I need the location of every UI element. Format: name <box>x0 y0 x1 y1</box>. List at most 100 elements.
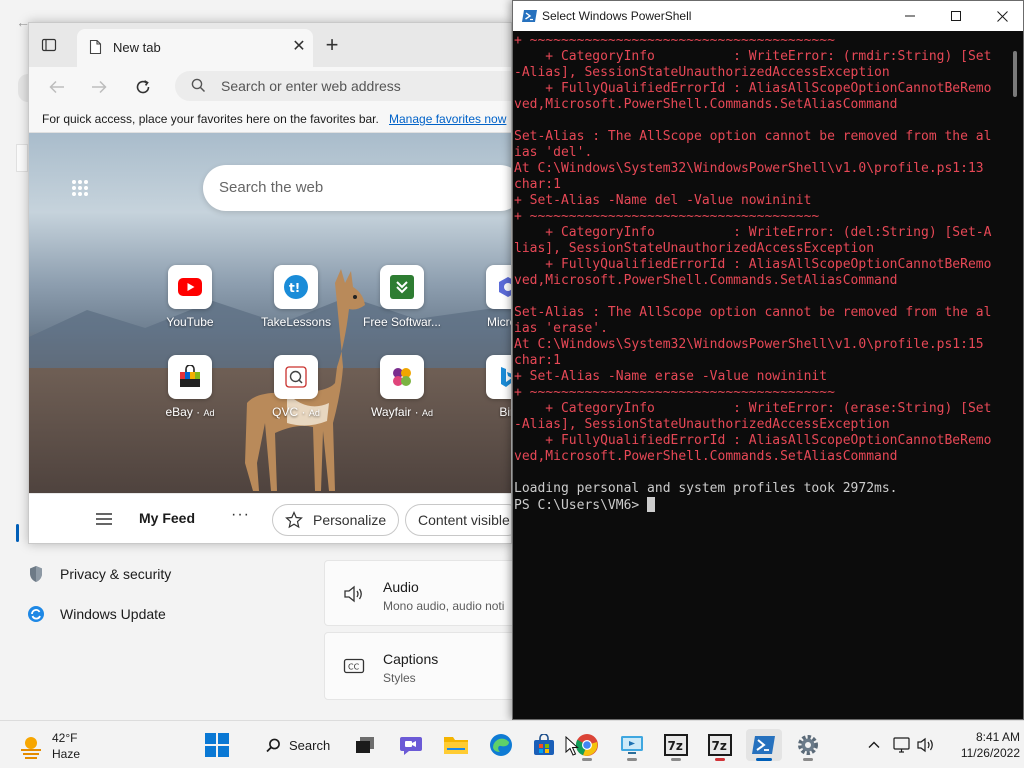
powershell-window: Select Windows PowerShell + ~~~~~~~~~~~~… <box>512 0 1024 720</box>
console-line: ias 'del'. <box>514 145 593 160</box>
search-icon <box>266 738 281 753</box>
text-cursor <box>647 497 656 512</box>
tile-label: Microso <box>486 315 511 329</box>
personalize-button[interactable]: Personalize <box>272 504 400 536</box>
card-title: Audio <box>383 579 419 595</box>
system-tray[interactable] <box>892 735 938 755</box>
console-line: ved,Microsoft.PowerShell.Commands.SetAli… <box>514 273 898 288</box>
remote-desktop-icon[interactable] <box>614 729 650 761</box>
settings-icon[interactable] <box>790 729 826 761</box>
console-prompt: PS C:\Users\VM6> <box>514 498 648 513</box>
minimize-button[interactable] <box>887 1 933 31</box>
nav-label: Windows Update <box>60 606 166 622</box>
address-bar[interactable]: Search or enter web address <box>175 71 511 101</box>
refresh-icon[interactable] <box>129 73 157 101</box>
powershell-console-output[interactable]: + ~~~~~~~~~~~~~~~~~~~~~~~~~~~~~~~~~~~~~~… <box>513 31 1007 719</box>
tile-label: Bin <box>499 405 511 419</box>
running-indicator <box>803 758 813 761</box>
quick-link-ebay[interactable]: eBay · Ad <box>145 355 235 435</box>
svg-text:CC: CC <box>348 663 360 672</box>
quick-link-youtube[interactable]: YouTube <box>145 265 235 345</box>
takelessons-icon: t! <box>274 265 318 309</box>
quick-link-bing[interactable]: Bin <box>463 355 511 435</box>
bing-icon <box>486 355 511 399</box>
settings-left-edge <box>0 0 28 720</box>
web-search-box[interactable]: Search the web <box>203 165 511 211</box>
powershell-taskbar-icon[interactable] <box>746 729 782 761</box>
close-button[interactable] <box>979 1 1023 31</box>
close-tab-icon[interactable]: ✕ <box>289 37 309 57</box>
console-line: -Alias], SessionStateUnauthorizedAccessE… <box>514 417 890 432</box>
7zip-icon[interactable]: 7z <box>658 729 694 761</box>
quick-link-takelessons[interactable]: t! TakeLessons <box>251 265 341 345</box>
settings-search-edge[interactable] <box>16 144 28 172</box>
mouse-cursor-icon <box>565 736 579 756</box>
quick-link-qvc[interactable]: QVC · Ad <box>251 355 341 435</box>
console-line: lias], SessionStateUnauthorizedAccessExc… <box>514 241 875 256</box>
favorites-bar: For quick access, place your favorites h… <box>29 107 511 133</box>
microsoft-icon <box>486 265 511 309</box>
favorites-bar-message: For quick access, place your favorites h… <box>42 112 379 126</box>
content-visible-button[interactable]: Content visible <box>405 504 511 536</box>
quick-link-free-software[interactable]: Free Softwar... <box>357 265 447 345</box>
quick-link-wayfair[interactable]: Wayfair · Ad <box>357 355 447 435</box>
forward-icon[interactable] <box>85 73 113 101</box>
file-explorer-icon[interactable] <box>438 729 474 761</box>
taskbar-search-button[interactable]: Search <box>258 731 334 759</box>
scrollbar-thumb[interactable] <box>1013 51 1017 97</box>
chat-icon[interactable] <box>393 729 429 761</box>
store-icon[interactable] <box>526 729 562 761</box>
weather-widget[interactable]: 42°F Haze <box>18 729 118 763</box>
more-options-icon[interactable]: ··· <box>231 506 250 524</box>
edge-tab-bar: New tab ✕ + <box>29 23 511 67</box>
clock-time: 8:41 AM <box>975 730 1020 744</box>
console-line: Loading personal and system profiles too… <box>514 481 898 496</box>
maximize-button[interactable] <box>933 1 979 31</box>
manage-favorites-link[interactable]: Manage favorites now <box>389 112 506 126</box>
running-indicator <box>627 758 637 761</box>
quick-link-microsoft[interactable]: Microso <box>463 265 511 345</box>
clock-date: 11/26/2022 <box>960 746 1020 760</box>
console-line: + CategoryInfo : WriteError: (rmdir:Stri… <box>514 49 992 64</box>
address-placeholder: Search or enter web address <box>221 78 401 94</box>
7zip-icon[interactable]: 7z <box>702 729 738 761</box>
search-icon <box>191 78 207 94</box>
tab-new-tab[interactable]: New tab ✕ <box>77 29 313 67</box>
apps-grid-icon[interactable] <box>71 179 89 197</box>
page-icon <box>89 39 103 55</box>
console-prompt-line[interactable]: PS C:\Users\VM6> <box>514 497 1007 513</box>
back-icon[interactable] <box>43 73 71 101</box>
powershell-scrollbar[interactable] <box>1007 31 1023 719</box>
new-tab-button[interactable]: + <box>319 33 345 59</box>
console-line: ias 'erase'. <box>514 321 608 336</box>
settings-selected-indicator <box>16 524 19 542</box>
settings-card-captions[interactable]: CC Captions Styles <box>324 632 524 700</box>
edge-icon[interactable] <box>483 729 519 761</box>
menu-icon[interactable] <box>95 512 113 526</box>
haze-weather-icon <box>18 733 44 759</box>
task-view-icon[interactable] <box>347 729 383 761</box>
tile-label: TakeLessons <box>260 315 332 329</box>
tile-label: Free Softwar... <box>362 315 442 329</box>
powershell-titlebar[interactable]: Select Windows PowerShell <box>513 1 1023 31</box>
card-subtitle: Styles <box>383 671 416 685</box>
start-icon[interactable] <box>199 729 235 761</box>
show-hidden-icons-chevron-icon[interactable] <box>864 735 884 755</box>
tile-label: Wayfair · Ad <box>371 405 433 419</box>
settings-nav-windows-update[interactable]: Windows Update <box>26 600 166 628</box>
console-line: Set-Alias : The AllScope option cannot b… <box>514 305 992 320</box>
settings-nav-privacy-security[interactable]: Privacy & security <box>26 560 171 588</box>
card-subtitle: Mono audio, audio noti <box>383 599 505 613</box>
tab-actions-icon[interactable] <box>41 37 59 55</box>
youtube-icon <box>168 265 212 309</box>
console-line: ved,Microsoft.PowerShell.Commands.SetAli… <box>514 449 898 464</box>
feed-bar: My Feed ··· Personalize Content visible <box>29 493 511 543</box>
my-feed-tab[interactable]: My Feed <box>139 510 195 526</box>
console-line: ved,Microsoft.PowerShell.Commands.SetAli… <box>514 97 898 112</box>
download-icon <box>380 265 424 309</box>
clock[interactable]: 8:41 AM 11/26/2022 <box>946 729 1020 761</box>
settings-card-audio[interactable]: Audio Mono audio, audio noti <box>324 560 524 626</box>
active-indicator <box>756 758 772 761</box>
